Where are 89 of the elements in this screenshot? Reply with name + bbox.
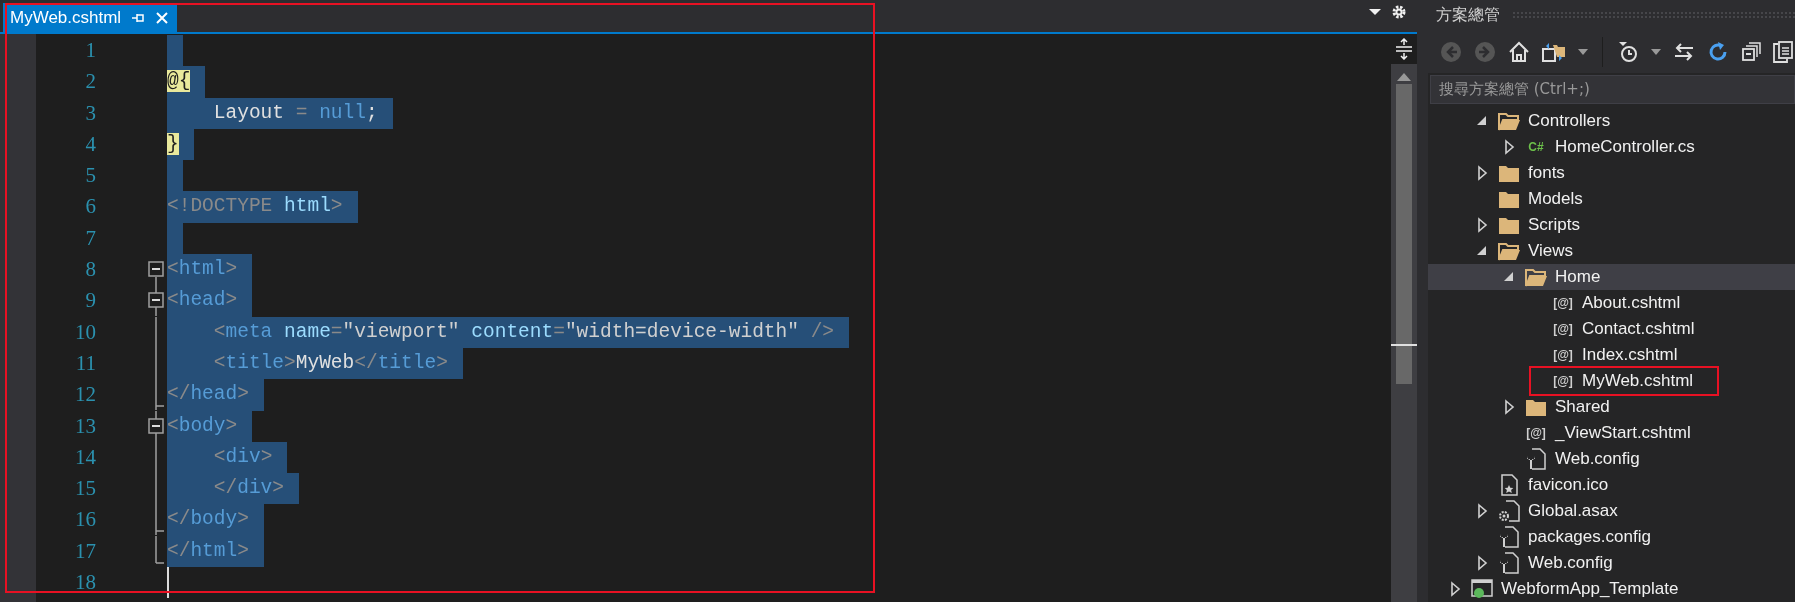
- tree-row[interactable]: Home: [1428, 264, 1795, 290]
- line-number: 8: [84, 256, 96, 284]
- web-project-icon: [1470, 578, 1494, 600]
- file-type-icon: [@]: [1551, 348, 1575, 362]
- line-number: 16: [74, 506, 96, 534]
- search-field[interactable]: 搜尋方案總管 (Ctrl+;): [1430, 74, 1795, 104]
- line-number: 5: [84, 162, 96, 190]
- tree-row[interactable]: Controllers: [1428, 108, 1795, 134]
- tree-item-label: MyWeb.cshtml: [1582, 371, 1694, 391]
- config-file-icon: [1497, 526, 1521, 548]
- line-number: 13: [74, 412, 96, 440]
- tree-row[interactable]: favicon.ico: [1428, 472, 1795, 498]
- tree-item-label: _ViewStart.cshtml: [1555, 423, 1691, 443]
- file-type-icon: [@]: [1551, 374, 1575, 388]
- folder-icon: [1497, 110, 1521, 132]
- tree-item-label: Global.asax: [1528, 501, 1618, 521]
- line-number: 4: [84, 130, 96, 158]
- refresh-icon[interactable]: [1707, 40, 1729, 63]
- tree-row[interactable]: Scripts: [1428, 212, 1795, 238]
- tree-item-label: fonts: [1528, 163, 1565, 183]
- tree-item-label: HomeController.cs: [1555, 137, 1695, 157]
- folder-icon: [1497, 240, 1521, 262]
- tree-item-label: About.cshtml: [1582, 293, 1681, 313]
- tree-item-label: Controllers: [1528, 111, 1611, 131]
- line-number: 14: [74, 443, 96, 471]
- editor-tab[interactable]: MyWeb.cshtml: [3, 3, 178, 32]
- pending-changes-filter-icon[interactable]: [1617, 40, 1639, 63]
- split-handle-icon[interactable]: [1395, 38, 1413, 60]
- tree-row[interactable]: Views: [1428, 238, 1795, 264]
- folder-icon: [1524, 266, 1548, 288]
- line-number: 17: [74, 537, 96, 565]
- tree-row[interactable]: Global.asax: [1428, 498, 1795, 524]
- collapse-all-icon[interactable]: [1741, 41, 1761, 62]
- close-icon[interactable]: [155, 10, 170, 25]
- tree-row[interactable]: Shared: [1428, 394, 1795, 420]
- tree-row[interactable]: [@] About.cshtml: [1428, 290, 1795, 316]
- tree-row[interactable]: Models: [1428, 186, 1795, 212]
- line-number: 10: [74, 318, 96, 346]
- line-number: 11: [74, 349, 96, 377]
- tree-item-label: favicon.ico: [1528, 475, 1609, 495]
- panel-title: 方案總管: [1436, 4, 1500, 26]
- line-number: 12: [74, 381, 96, 409]
- tree-row[interactable]: C# HomeController.cs: [1428, 134, 1795, 160]
- tree-item-label: Shared: [1555, 397, 1610, 417]
- line-number: 1: [84, 37, 96, 64]
- line-number: 15: [74, 475, 96, 503]
- tree-row[interactable]: [@] MyWeb.cshtml: [1428, 368, 1795, 394]
- home-icon[interactable]: [1508, 40, 1530, 63]
- tree-item-label: Web.config: [1528, 553, 1613, 573]
- settings-icon[interactable]: [1391, 3, 1407, 20]
- file-type-icon: C#: [1524, 140, 1548, 154]
- config-file-icon: [1497, 552, 1521, 574]
- gear-file-icon: [1497, 500, 1521, 522]
- tree-item-label: packages.config: [1528, 527, 1651, 547]
- line-number: 18: [74, 569, 96, 597]
- tree-row[interactable]: Web.config: [1428, 446, 1795, 472]
- tree-item-label: Contact.cshtml: [1582, 319, 1695, 339]
- config-file-icon: [1524, 448, 1548, 470]
- fold-toggle-icon[interactable]: [148, 285, 164, 317]
- tree-item-label: WebformApp_Template: [1501, 579, 1679, 599]
- file-type-icon: [@]: [1551, 296, 1575, 310]
- line-number: 7: [84, 224, 96, 252]
- tree-item-label: Models: [1528, 189, 1583, 209]
- tree-row[interactable]: packages.config: [1428, 524, 1795, 550]
- tree-item-label: Home: [1555, 267, 1601, 287]
- tree-item-label: Views: [1528, 241, 1574, 261]
- tree-row[interactable]: [@] Contact.cshtml: [1428, 316, 1795, 342]
- line-number: 9: [84, 287, 96, 315]
- fold-toggle-icon[interactable]: [148, 410, 164, 442]
- tree-row[interactable]: [@] Index.cshtml: [1428, 342, 1795, 368]
- fold-guide: [155, 535, 164, 564]
- tree-row[interactable]: Web.config: [1428, 550, 1795, 576]
- tree-item-label: Index.cshtml: [1582, 345, 1678, 365]
- tree-row[interactable]: WebformApp_Template: [1428, 576, 1795, 602]
- tree-item-label: Scripts: [1528, 215, 1580, 235]
- dropdown-icon[interactable]: [1651, 48, 1661, 55]
- file-type-icon: [@]: [1551, 322, 1575, 336]
- line-number: 2: [84, 68, 96, 96]
- copy-icon[interactable]: [1773, 40, 1793, 63]
- tree-item-label: Web.config: [1555, 449, 1640, 469]
- swap-arrows-icon[interactable]: [1673, 41, 1695, 62]
- scroll-up-arrow-icon[interactable]: [1397, 72, 1411, 82]
- line-number: 3: [84, 99, 96, 127]
- line-number: 6: [84, 193, 96, 221]
- dropdown-icon[interactable]: [1369, 7, 1381, 16]
- tree-row[interactable]: [@] _ViewStart.cshtml: [1428, 420, 1795, 446]
- dropdown-icon[interactable]: [1578, 48, 1588, 55]
- file-type-icon: [@]: [1524, 426, 1548, 440]
- tree-row[interactable]: fonts: [1428, 160, 1795, 186]
